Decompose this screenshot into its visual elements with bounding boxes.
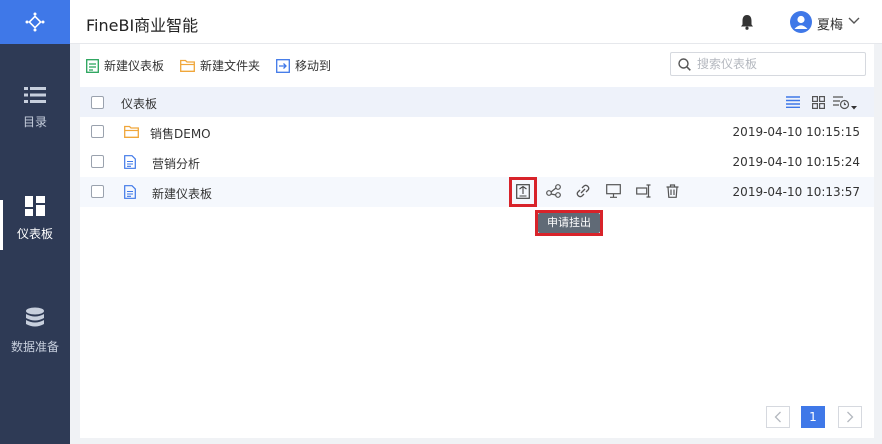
- chevron-right-icon: [847, 411, 854, 423]
- link-icon[interactable]: [576, 184, 590, 198]
- app-title: FineBI商业智能: [86, 16, 199, 35]
- column-header-name: 仪表板: [121, 97, 158, 111]
- move-to-icon: [276, 58, 290, 73]
- item-date: 2019-04-10 10:13:57: [732, 185, 860, 199]
- chevron-left-icon: [774, 411, 781, 423]
- chevron-down-icon[interactable]: [848, 14, 860, 26]
- highlight-box-action: [509, 177, 537, 207]
- new-dashboard-label: 新建仪表板: [104, 59, 165, 73]
- item-date: 2019-04-10 10:15:24: [732, 155, 860, 169]
- database-icon: [26, 307, 44, 327]
- folder-icon: [124, 125, 139, 138]
- new-dashboard-button[interactable]: 新建仪表板: [86, 57, 164, 74]
- list-item[interactable]: 销售DEMO 2019-04-10 10:15:15: [80, 117, 874, 147]
- finebi-logo-icon: [25, 12, 45, 32]
- search-input[interactable]: [697, 56, 857, 72]
- main-content: 新建仪表板 新建文件夹 移动到 仪表板: [80, 44, 874, 438]
- move-to-label: 移动到: [295, 59, 332, 73]
- list-item[interactable]: 营销分析 2019-04-10 10:15:24: [80, 147, 874, 177]
- sidebar-item-label: 目录: [22, 115, 47, 129]
- share-icon[interactable]: [546, 184, 561, 198]
- list-icon: [24, 87, 46, 103]
- row-checkbox[interactable]: [91, 155, 104, 168]
- user-icon: [794, 15, 808, 29]
- grid-view-icon[interactable]: [812, 96, 825, 109]
- new-folder-button[interactable]: 新建文件夹: [180, 57, 260, 74]
- page-number-button[interactable]: 1: [801, 406, 825, 428]
- sidebar-item-label: 仪表板: [16, 227, 53, 241]
- new-folder-label: 新建文件夹: [200, 59, 261, 73]
- item-name[interactable]: 新建仪表板: [152, 185, 212, 202]
- next-page-button[interactable]: [838, 406, 862, 428]
- dashboard-file-icon: [124, 185, 136, 199]
- search-icon: [678, 58, 691, 71]
- sort-time-icon[interactable]: [833, 95, 859, 111]
- delete-icon[interactable]: [666, 184, 679, 198]
- user-name[interactable]: 夏梅: [817, 14, 843, 33]
- sidebar-item-dashboard[interactable]: 仪表板: [0, 196, 70, 250]
- list-header: 仪表板: [80, 87, 874, 117]
- prev-page-button[interactable]: [766, 406, 790, 428]
- top-header: FineBI商业智能 夏梅: [70, 0, 882, 44]
- avatar[interactable]: [790, 11, 812, 33]
- rename-icon[interactable]: [636, 184, 651, 198]
- logo[interactable]: [0, 0, 70, 44]
- dashboard-file-icon: [124, 155, 136, 169]
- item-name[interactable]: 营销分析: [152, 155, 200, 172]
- sidebar-item-data-prep[interactable]: 数据准备: [0, 307, 70, 355]
- new-dashboard-icon: [86, 58, 99, 73]
- sidebar-item-label: 数据准备: [10, 340, 59, 354]
- move-to-button[interactable]: 移动到: [276, 57, 331, 74]
- notification-bell-icon[interactable]: [740, 14, 754, 30]
- sidebar-item-catalog[interactable]: 目录: [0, 86, 70, 130]
- present-icon[interactable]: [606, 184, 621, 198]
- select-all-checkbox[interactable]: [91, 96, 104, 109]
- sidebar: 目录 仪表板 数据准备: [0, 0, 70, 444]
- folder-icon: [180, 59, 195, 72]
- list-view-icon[interactable]: [786, 96, 800, 108]
- row-checkbox[interactable]: [91, 185, 104, 198]
- tooltip: 申请挂出: [538, 213, 600, 233]
- search-box[interactable]: [670, 52, 866, 76]
- list-item[interactable]: 新建仪表板 2019-04-10 10:13:57: [80, 177, 874, 207]
- item-name[interactable]: 销售DEMO: [150, 125, 211, 142]
- dashboard-grid-icon: [25, 196, 45, 216]
- row-checkbox[interactable]: [91, 125, 104, 138]
- item-date: 2019-04-10 10:15:15: [732, 125, 860, 139]
